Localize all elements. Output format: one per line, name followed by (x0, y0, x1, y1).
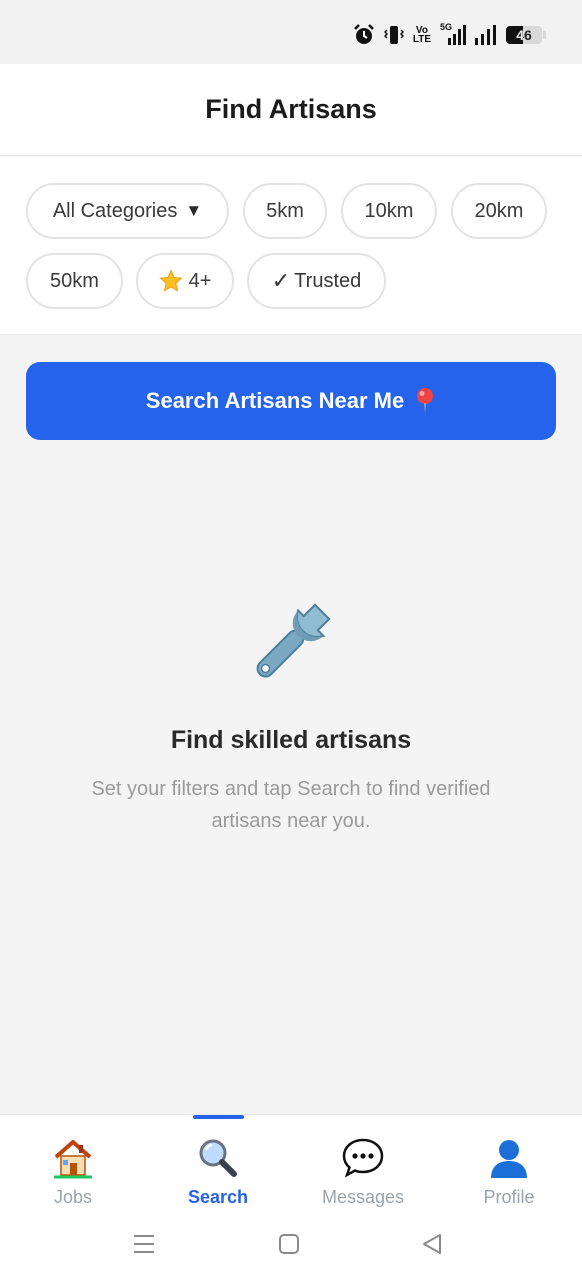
nav-tab-search[interactable]: Search (163, 1135, 273, 1215)
screen: Vo LTE 5G 46 Find Artisans All Categorie… (0, 0, 582, 1280)
star-icon (158, 269, 183, 293)
battery-cap (543, 31, 546, 39)
volte-indicator: Vo LTE (412, 25, 431, 45)
page-title: Find Artisans (205, 94, 377, 124)
nav-label-jobs: Jobs (53, 1187, 93, 1207)
distance-chip-5km[interactable]: 5km (243, 183, 327, 239)
alarm-icon (353, 24, 374, 44)
back-triangle-icon[interactable] (420, 1232, 444, 1256)
house-icon (52, 1135, 94, 1181)
vibrate-icon (383, 26, 404, 44)
trusted-chip[interactable]: ✓ Trusted (247, 253, 386, 309)
header: Find Artisans (0, 64, 582, 156)
status-icons: Vo LTE 5G 46 (353, 22, 546, 48)
check-icon: ✓ (271, 268, 291, 293)
location-pin-icon (414, 387, 436, 415)
rating-label: 4+ (188, 269, 212, 292)
home-square-icon[interactable] (278, 1232, 300, 1256)
search-artisans-button[interactable]: Search Artisans Near Me (26, 362, 556, 440)
rating-chip[interactable]: 4+ (136, 253, 234, 309)
nav-label-search: Search (187, 1187, 249, 1207)
wrench-icon (256, 603, 331, 678)
filter-bar: All Categories ▼ 5km 10km 20km 50km 4+ ✓… (0, 157, 582, 335)
nav-tab-jobs[interactable]: Jobs (18, 1135, 128, 1215)
signal-icon (448, 25, 466, 45)
search-button-label: Search Artisans Near Me (145, 388, 405, 413)
signal-icon-2 (475, 25, 496, 45)
empty-state-title: Find skilled artisans (170, 726, 412, 754)
battery-icon: 46 (506, 26, 542, 44)
distance-chip-50km[interactable]: 50km (26, 253, 123, 309)
category-label: All Categories (52, 199, 178, 222)
system-nav-bar (0, 1220, 582, 1280)
active-tab-indicator (193, 1115, 244, 1119)
bottom-nav: Jobs Search Messages Profile (0, 1114, 582, 1220)
nav-label-messages: Messages (321, 1187, 405, 1207)
category-dropdown[interactable]: All Categories ▼ (26, 183, 229, 239)
magnifier-icon (197, 1135, 239, 1181)
battery-level: 46 (516, 27, 532, 43)
distance-chip-10km[interactable]: 10km (341, 183, 437, 239)
caret-down-icon: ▼ (185, 201, 203, 220)
distance-chip-20km[interactable]: 20km (451, 183, 547, 239)
recents-menu-icon[interactable] (132, 1232, 156, 1256)
empty-state: Find skilled artisans Set your filters a… (0, 595, 582, 837)
signal-5g: 5G (440, 22, 466, 46)
trusted-label: Trusted (294, 269, 362, 292)
user-icon (488, 1135, 530, 1181)
nav-label-profile: Profile (483, 1187, 535, 1207)
nav-tab-messages[interactable]: Messages (308, 1135, 418, 1215)
empty-state-description: Set your filters and tap Search to find … (91, 778, 491, 832)
nav-tab-profile[interactable]: Profile (454, 1135, 564, 1215)
speech-bubble-icon (341, 1135, 385, 1181)
status-bar: Vo LTE 5G 46 (0, 0, 582, 64)
